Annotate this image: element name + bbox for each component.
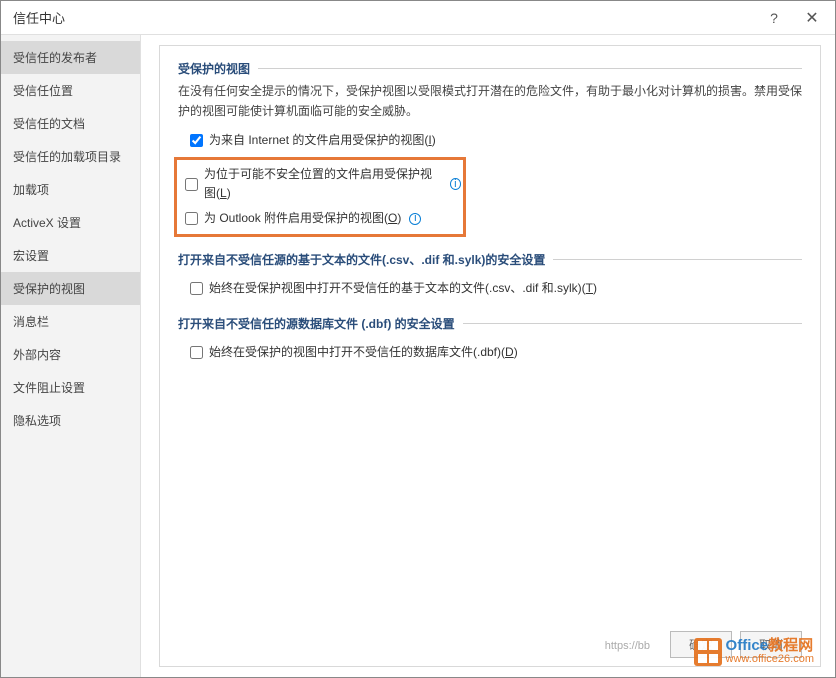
sidebar: 受信任的发布者 受信任位置 受信任的文档 受信任的加载项目录 加载项 Activ… bbox=[1, 35, 141, 677]
sidebar-item-privacy-options[interactable]: 隐私选项 bbox=[1, 404, 140, 437]
info-icon[interactable]: i bbox=[450, 178, 461, 190]
titlebar-controls: ? ✕ bbox=[755, 3, 831, 33]
sidebar-item-trusted-addon-catalog[interactable]: 受信任的加载项目录 bbox=[1, 140, 140, 173]
watermark-title: Office教程网 bbox=[726, 638, 814, 654]
window-title: 信任中心 bbox=[13, 8, 65, 27]
section-dbf-files-title: 打开来自不受信任的源数据库文件 (.dbf) 的安全设置 bbox=[178, 315, 802, 332]
content-panel: 受保护的视图 在没有任何安全提示的情况下，受保护视图以受限模式打开潜在的危险文件… bbox=[159, 45, 821, 667]
info-icon[interactable]: i bbox=[409, 213, 421, 225]
watermark: Office教程网 www.office26.com bbox=[694, 638, 814, 666]
sidebar-item-protected-view[interactable]: 受保护的视图 bbox=[1, 272, 140, 305]
checkbox-dbf-files-label: 始终在受保护的视图中打开不受信任的数据库文件(.dbf)(D) bbox=[209, 343, 518, 362]
checkbox-unsafe-location[interactable]: 为位于可能不安全位置的文件启用受保护视图(L) i bbox=[179, 162, 461, 206]
checkbox-outlook-attachments[interactable]: 为 Outlook 附件启用受保护的视图(O) i bbox=[179, 206, 461, 231]
titlebar: 信任中心 ? ✕ bbox=[1, 1, 835, 35]
checkbox-text-files[interactable]: 始终在受保护视图中打开不受信任的基于文本的文件(.csv、.dif 和.sylk… bbox=[178, 276, 802, 301]
trust-center-dialog: 信任中心 ? ✕ 受信任的发布者 受信任位置 受信任的文档 受信任的加载项目录 … bbox=[0, 0, 836, 678]
checkbox-text-files-label: 始终在受保护视图中打开不受信任的基于文本的文件(.csv、.dif 和.sylk… bbox=[209, 279, 597, 298]
checkbox-outlook-attachments-input[interactable] bbox=[185, 212, 198, 225]
watermark-logo-icon bbox=[694, 638, 722, 666]
watermark-url: www.office26.com bbox=[726, 654, 814, 666]
section-title-text: 受保护的视图 bbox=[178, 60, 250, 77]
checkbox-internet-files[interactable]: 为来自 Internet 的文件启用受保护的视图(I) bbox=[178, 128, 802, 153]
checkbox-unsafe-location-label: 为位于可能不安全位置的文件启用受保护视图(L) bbox=[204, 165, 442, 203]
checkbox-dbf-files-input[interactable] bbox=[190, 346, 203, 359]
faint-link: https://bb bbox=[605, 640, 650, 652]
sidebar-item-macro-settings[interactable]: 宏设置 bbox=[1, 239, 140, 272]
main-area: 受信任的发布者 受信任位置 受信任的文档 受信任的加载项目录 加载项 Activ… bbox=[1, 35, 835, 677]
checkbox-outlook-attachments-label: 为 Outlook 附件启用受保护的视图(O) bbox=[204, 209, 401, 228]
checkbox-unsafe-location-input[interactable] bbox=[185, 178, 198, 191]
section-dbf-files-title-text: 打开来自不受信任的源数据库文件 (.dbf) 的安全设置 bbox=[178, 315, 455, 332]
sidebar-item-addins[interactable]: 加载项 bbox=[1, 173, 140, 206]
highlight-annotation: 为位于可能不安全位置的文件启用受保护视图(L) i 为 Outlook 附件启用… bbox=[174, 157, 466, 237]
section-protected-view-desc: 在没有任何安全提示的情况下，受保护视图以受限模式打开潜在的危险文件，有助于最小化… bbox=[178, 81, 802, 122]
section-text-files-title-text: 打开来自不受信任源的基于文本的文件(.csv、.dif 和.sylk)的安全设置 bbox=[178, 251, 545, 268]
checkbox-dbf-files[interactable]: 始终在受保护的视图中打开不受信任的数据库文件(.dbf)(D) bbox=[178, 340, 802, 365]
sidebar-item-external-content[interactable]: 外部内容 bbox=[1, 338, 140, 371]
sidebar-item-trusted-publishers[interactable]: 受信任的发布者 bbox=[1, 41, 140, 74]
help-button[interactable]: ? bbox=[755, 3, 793, 33]
sidebar-item-trusted-locations[interactable]: 受信任位置 bbox=[1, 74, 140, 107]
watermark-text: Office教程网 www.office26.com bbox=[726, 638, 814, 665]
sidebar-item-message-bar[interactable]: 消息栏 bbox=[1, 305, 140, 338]
section-protected-view-title: 受保护的视图 bbox=[178, 60, 802, 77]
checkbox-text-files-input[interactable] bbox=[190, 282, 203, 295]
close-button[interactable]: ✕ bbox=[793, 3, 831, 33]
sidebar-item-activex-settings[interactable]: ActiveX 设置 bbox=[1, 206, 140, 239]
sidebar-item-file-block-settings[interactable]: 文件阻止设置 bbox=[1, 371, 140, 404]
section-text-files-title: 打开来自不受信任源的基于文本的文件(.csv、.dif 和.sylk)的安全设置 bbox=[178, 251, 802, 268]
checkbox-internet-files-input[interactable] bbox=[190, 134, 203, 147]
content-area: 受保护的视图 在没有任何安全提示的情况下，受保护视图以受限模式打开潜在的危险文件… bbox=[141, 35, 835, 677]
sidebar-item-trusted-documents[interactable]: 受信任的文档 bbox=[1, 107, 140, 140]
checkbox-internet-files-label: 为来自 Internet 的文件启用受保护的视图(I) bbox=[209, 131, 436, 150]
